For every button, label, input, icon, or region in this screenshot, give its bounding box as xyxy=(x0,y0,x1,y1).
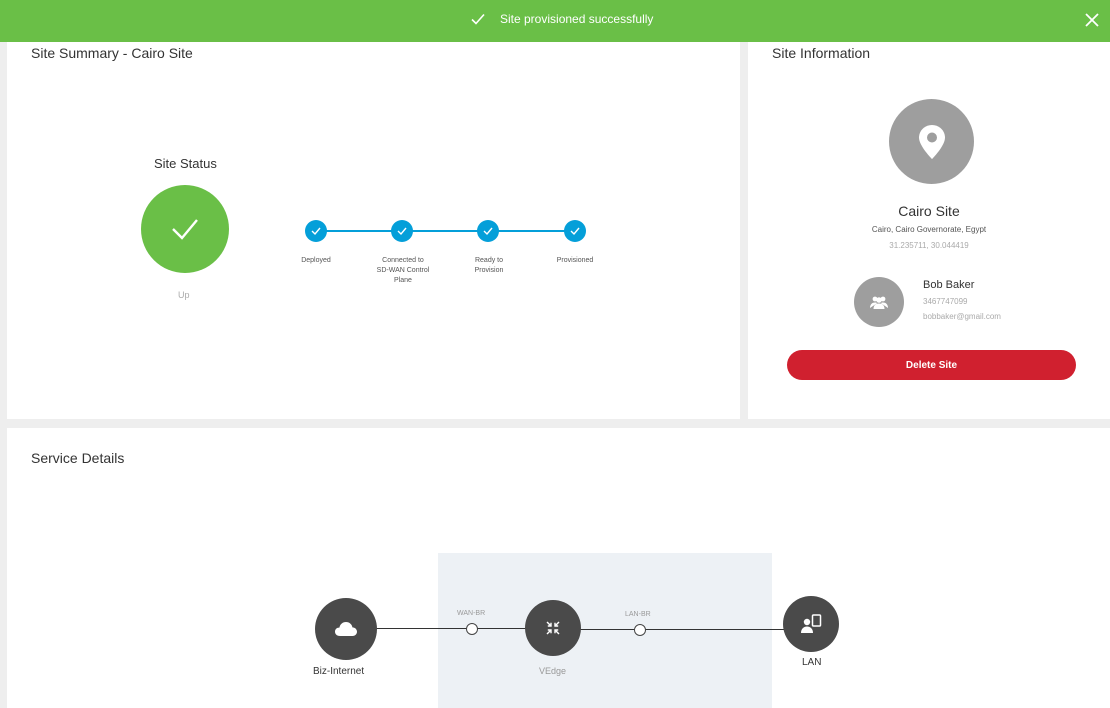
step-connector xyxy=(488,230,575,232)
contact-name: Bob Baker xyxy=(923,279,975,291)
users-icon xyxy=(870,296,888,309)
close-icon[interactable] xyxy=(1084,12,1100,28)
contact-avatar xyxy=(854,277,904,327)
delete-site-button[interactable]: Delete Site xyxy=(787,350,1076,380)
step-label: Ready to Provision xyxy=(474,257,504,274)
lan-node[interactable] xyxy=(783,596,839,652)
location-pin-icon xyxy=(918,124,945,159)
step-connector xyxy=(402,230,488,232)
banner-text: Site provisioned successfully xyxy=(500,12,654,26)
checkmark-icon xyxy=(311,227,321,236)
step-ready xyxy=(477,220,499,242)
step-connector xyxy=(316,230,402,232)
vedge-label: VEdge xyxy=(539,666,567,676)
internet-label: Biz-Internet xyxy=(313,666,365,677)
link-line xyxy=(645,629,785,630)
step-label: Connected to SD-WAN Control Plane xyxy=(376,257,430,284)
vedge-node[interactable] xyxy=(525,600,581,656)
checkmark-icon xyxy=(397,227,407,236)
site-coordinates: 31.235711, 30.044419 xyxy=(889,241,969,250)
success-banner: Site provisioned successfully xyxy=(0,0,1110,42)
step-label: Provisioned xyxy=(556,257,594,264)
site-name: Cairo Site xyxy=(898,203,960,219)
site-avatar xyxy=(889,99,974,184)
lan-port-label: LAN-BR xyxy=(625,611,651,618)
user-device-icon xyxy=(801,614,822,633)
step-connected xyxy=(391,220,413,242)
step-label: Deployed xyxy=(301,257,331,264)
compress-arrows-icon xyxy=(546,621,560,635)
contact-phone: 3467747099 xyxy=(923,297,968,306)
checkmark-icon xyxy=(483,227,493,236)
status-value: Up xyxy=(178,290,190,300)
wan-port-label: WAN-BR xyxy=(457,610,486,617)
checkmark-icon xyxy=(172,219,198,240)
checkmark-icon xyxy=(471,13,485,25)
service-details-panel: Service Details WAN-BR LAN-BR Biz-Intern… xyxy=(7,428,1110,708)
contact-email: bobbaker@gmail.com xyxy=(923,312,1001,321)
step-provisioned xyxy=(564,220,586,242)
status-indicator xyxy=(141,185,229,273)
link-line xyxy=(372,628,467,629)
panel-title: Service Details xyxy=(31,450,125,466)
panel-title: Site Information xyxy=(772,45,871,61)
cloud-icon xyxy=(335,622,357,636)
internet-node[interactable] xyxy=(315,598,377,660)
edge-device-zone xyxy=(438,553,772,708)
wan-port[interactable] xyxy=(466,623,478,635)
checkmark-icon xyxy=(570,227,580,236)
banner-message: Site provisioned successfully xyxy=(470,11,653,27)
step-deployed xyxy=(305,220,327,242)
site-summary-panel: Site Summary - Cairo Site Site Status Up… xyxy=(7,42,740,419)
link-line xyxy=(579,629,635,630)
lan-label: LAN xyxy=(802,657,822,668)
site-status-label: Site Status xyxy=(154,156,217,171)
lan-port[interactable] xyxy=(634,624,646,636)
site-address: Cairo, Cairo Governorate, Egypt xyxy=(871,225,987,234)
panel-title: Site Summary - Cairo Site xyxy=(31,45,193,61)
site-information-panel: Site Information Cairo Site Cairo, Cairo… xyxy=(748,42,1110,419)
